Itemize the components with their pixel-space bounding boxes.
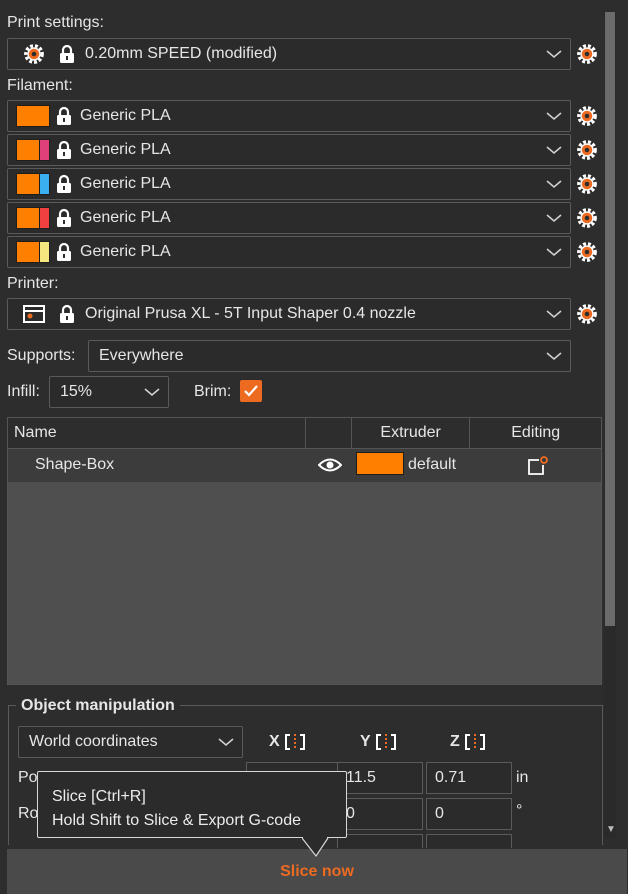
printer-icon <box>23 305 45 323</box>
filament-edit-gear-icon[interactable] <box>576 173 598 195</box>
chevron-down-icon <box>546 144 562 156</box>
axis-y-icon <box>375 734 396 750</box>
rotation-label: Ro <box>18 805 39 822</box>
axis-y-label: Y <box>360 733 397 751</box>
axis-z-icon <box>464 734 485 750</box>
filament-combo-3[interactable]: Generic PLA <box>7 168 571 200</box>
checkmark-icon <box>244 385 258 397</box>
filament-combo-5[interactable]: Generic PLA <box>7 236 571 268</box>
filament-value: Generic PLA <box>80 243 171 260</box>
column-header-extruder[interactable]: Extruder <box>352 418 471 448</box>
column-header-name[interactable]: Name <box>8 418 306 448</box>
column-header-visibility[interactable] <box>306 418 352 448</box>
filament-color-swatch <box>16 105 50 127</box>
print-settings-label: Print settings: <box>7 14 104 31</box>
object-list-header: Name Extruder Editing <box>7 417 602 449</box>
chevron-down-icon <box>546 110 562 122</box>
object-manipulation-title: Object manipulation <box>16 697 180 715</box>
lock-icon <box>59 44 75 64</box>
coordinates-value: World coordinates <box>29 733 158 750</box>
slice-tooltip: Slice [Ctrl+R] Hold Shift to Slice & Exp… <box>37 771 347 838</box>
axis-y-text: Y <box>360 733 371 750</box>
printer-label: Printer: <box>7 275 59 292</box>
filament-color-swatch <box>16 241 50 263</box>
infill-combo[interactable]: 15% <box>49 376 169 408</box>
chevron-down-icon <box>546 350 562 362</box>
extruder-value: default <box>408 456 457 473</box>
filament-edit-gear-icon[interactable] <box>576 139 598 161</box>
lock-icon <box>56 140 72 160</box>
infill-label: Infill: <box>7 383 40 400</box>
extruder-color-swatch <box>356 452 404 475</box>
axis-x-icon <box>284 734 305 750</box>
scrollbar-thumb[interactable] <box>605 12 615 626</box>
rotation-z-field[interactable]: 0 <box>426 798 512 830</box>
filament-value: Generic PLA <box>80 107 171 124</box>
axis-z-text: Z <box>450 733 460 750</box>
rotation-y-field[interactable]: 0 <box>337 798 423 830</box>
chevron-down-icon <box>546 212 562 224</box>
scroll-down-arrow-icon[interactable]: ▼ <box>606 824 616 835</box>
filament-color-swatch <box>16 139 50 161</box>
position-unit: in <box>516 769 529 786</box>
filament-combo-2[interactable]: Generic PLA <box>7 134 571 166</box>
object-name: Shape-Box <box>35 456 115 473</box>
position-y-field[interactable]: 11.5 <box>337 762 423 794</box>
chevron-down-icon <box>144 386 160 398</box>
filament-label: Filament: <box>7 77 73 94</box>
printer-combo[interactable]: Original Prusa XL - 5T Input Shaper 0.4 … <box>7 298 571 330</box>
eye-icon[interactable] <box>318 457 342 473</box>
filament-value: Generic PLA <box>80 141 171 158</box>
supports-label: Supports: <box>7 347 76 364</box>
print-settings-combo[interactable]: 0.20mm SPEED (modified) <box>7 38 571 70</box>
axis-x-label: X <box>269 733 306 751</box>
table-row[interactable]: Shape-Box default <box>8 449 601 482</box>
filament-edit-gear-icon[interactable] <box>576 241 598 263</box>
filament-combo-4[interactable]: Generic PLA <box>7 202 571 234</box>
filament-edit-gear-icon[interactable] <box>576 105 598 127</box>
printer-edit-gear-icon[interactable] <box>576 303 598 325</box>
filament-edit-gear-icon[interactable] <box>576 207 598 229</box>
printer-value: Original Prusa XL - 5T Input Shaper 0.4 … <box>85 305 416 322</box>
print-settings-gear-icon <box>23 43 45 65</box>
lock-icon <box>56 242 72 262</box>
chevron-down-icon <box>218 736 234 748</box>
filament-value: Generic PLA <box>80 175 171 192</box>
column-header-editing[interactable]: Editing <box>470 418 601 448</box>
supports-value: Everywhere <box>99 347 184 364</box>
coordinates-combo[interactable]: World coordinates <box>18 726 243 758</box>
tooltip-pointer <box>302 836 329 858</box>
scale-z-field[interactable] <box>426 834 512 848</box>
tooltip-line-2: Hold Shift to Slice & Export G-code <box>52 812 301 829</box>
filament-combo-1[interactable]: Generic PLA <box>7 100 571 132</box>
scale-y-field[interactable] <box>337 834 423 848</box>
chevron-down-icon <box>546 178 562 190</box>
infill-value: 15% <box>60 383 93 400</box>
tooltip-line-1: Slice [Ctrl+R] <box>52 788 146 805</box>
brim-checkbox[interactable] <box>240 380 262 402</box>
axis-x-text: X <box>269 733 280 750</box>
object-list[interactable]: Shape-Box default <box>7 449 602 685</box>
print-settings-value: 0.20mm SPEED (modified) <box>85 45 278 62</box>
lock-icon <box>56 208 72 228</box>
edit-icon[interactable] <box>527 456 549 476</box>
filament-color-swatch <box>16 173 50 195</box>
axis-z-label: Z <box>450 733 486 751</box>
lock-icon <box>56 106 72 126</box>
supports-combo[interactable]: Everywhere <box>88 340 571 372</box>
print-settings-edit-gear-icon[interactable] <box>576 43 598 65</box>
rotation-unit: ° <box>516 802 523 819</box>
filament-value: Generic PLA <box>80 209 171 226</box>
filament-color-swatch <box>16 207 50 229</box>
position-z-field[interactable]: 0.71 <box>426 762 512 794</box>
chevron-down-icon <box>546 48 562 60</box>
lock-icon <box>56 174 72 194</box>
brim-label: Brim: <box>194 383 232 400</box>
lock-icon <box>59 304 75 324</box>
chevron-down-icon <box>546 308 562 320</box>
chevron-down-icon <box>546 246 562 258</box>
position-label: Po <box>18 769 38 786</box>
